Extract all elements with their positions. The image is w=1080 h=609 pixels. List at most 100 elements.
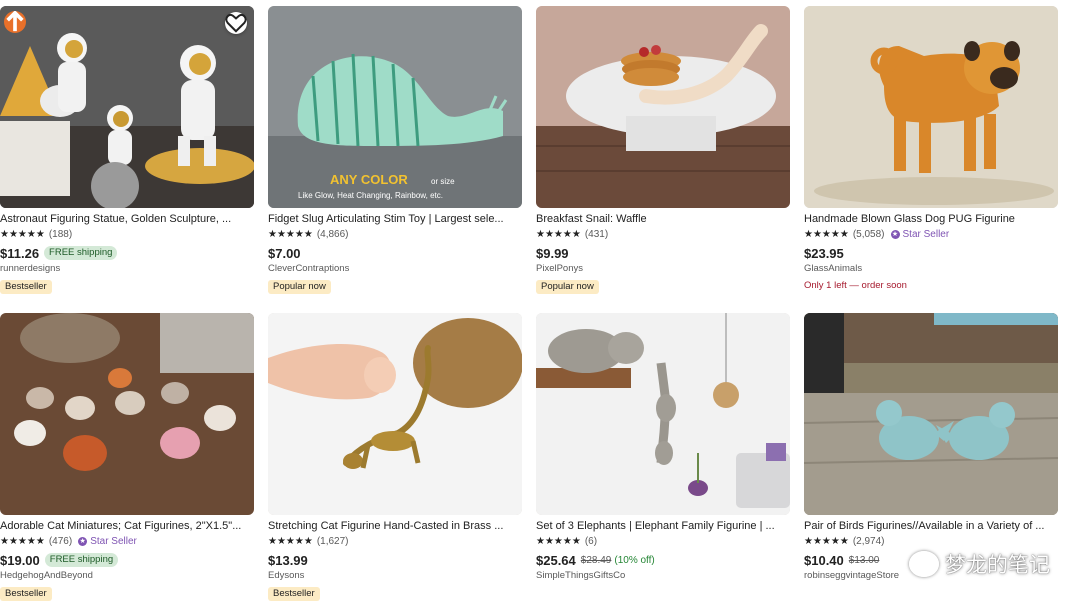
review-count: (6) [584,535,598,547]
elephant-family-shelf-image [536,313,790,515]
review-count: (476) [48,535,73,547]
price-row: $13.99 [268,552,522,568]
listing-image-brass-cat[interactable] [268,313,522,515]
favorite-heart-icon[interactable] [225,12,247,34]
popular-now-badge: Popular now [268,280,331,294]
shop-name[interactable]: SimpleThingsGiftsCo [536,570,790,583]
listing-price: $19.00 [0,552,40,568]
wechat-logo-icon [909,551,939,577]
listing-image-fidget-slug[interactable]: ANY COLOR or size Like Glow, Heat Changi… [268,6,522,208]
listing-card[interactable]: Astronaut Figuring Statue, Golden Sculpt… [0,6,254,294]
review-count: (431) [584,228,609,240]
shop-name[interactable]: Edysons [268,570,522,583]
listing-card[interactable]: Breakfast Snail: Waffle ★★★★★ (431) $9.9… [536,6,790,294]
listing-card[interactable]: Adorable Cat Miniatures; Cat Figurines, … [0,313,254,601]
free-shipping-badge: FREE shipping [44,553,119,567]
listing-price: $10.40 [804,552,844,568]
promoted-up-icon[interactable] [4,11,26,33]
blue-bird-pair-image [804,313,1058,515]
listing-title[interactable]: Astronaut Figuring Statue, Golden Sculpt… [0,212,254,226]
original-price: $13.00 [848,554,880,566]
listing-image-astronaut[interactable] [0,6,254,208]
overlay-any-color: ANY COLOR [330,172,408,187]
listing-image-birds[interactable] [804,313,1058,515]
bestseller-badge: Bestseller [0,587,52,601]
rating-stars: ★★★★★ [804,535,849,547]
listing-price: $13.99 [268,552,308,568]
shop-name[interactable]: runnerdesigns [0,263,254,276]
rating-stars: ★★★★★ [536,535,581,547]
free-shipping-badge: FREE shipping [44,246,118,260]
price-row: $9.99 [536,245,790,261]
review-count: (1,627) [316,535,349,547]
price-row: $7.00 [268,245,522,261]
listing-rating: ★★★★★ (6) [536,534,790,548]
listing-title[interactable]: Breakfast Snail: Waffle [536,212,790,226]
rating-stars: ★★★★★ [268,535,313,547]
price-row: $25.64 $28.49 (10% off) [536,552,790,568]
listing-title[interactable]: Adorable Cat Miniatures; Cat Figurines, … [0,519,254,533]
review-count: (5,058) [852,228,885,240]
listing-rating: ★★★★★ (431) [536,227,790,241]
rating-stars: ★★★★★ [0,535,45,547]
scarcity-notice: Only 1 left — order soon [804,280,907,291]
listing-price: $23.95 [804,245,844,261]
price-row: $19.00 FREE shipping [0,552,254,568]
listing-card[interactable]: Handmade Blown Glass Dog PUG Figurine ★★… [804,6,1058,291]
listing-rating: ★★★★★ (1,627) [268,534,522,548]
bestseller-badge: Bestseller [0,280,52,294]
price-row: $11.26 FREE shipping [0,245,254,261]
listing-rating: ★★★★★ (5,058) ★ Star Seller [804,227,1058,241]
star-seller-badge: ★ Star Seller [890,228,950,240]
cat-miniatures-image [0,313,254,515]
listing-price: $9.99 [536,245,569,261]
listing-grid: Astronaut Figuring Statue, Golden Sculpt… [0,0,1080,609]
rating-stars: ★★★★★ [268,228,313,240]
star-seller-badge: ★ Star Seller [78,536,137,547]
overlay-or-size: or size [431,177,455,186]
listing-image-breakfast-snail[interactable] [536,6,790,208]
listing-price: $7.00 [268,245,301,261]
original-price: $28.49 [580,554,612,566]
shop-name[interactable]: GlassAnimals [804,263,1058,276]
discount-percent: (10% off) [614,554,655,566]
star-seller-icon: ★ [78,536,88,546]
listing-rating: ★★★★★ (2,974) [804,534,1058,548]
listing-title[interactable]: Fidget Slug Articulating Stim Toy | Larg… [268,212,522,226]
listing-image-elephants[interactable] [536,313,790,515]
glass-pug-image [804,6,1058,208]
brass-stretching-cat-image [268,313,522,515]
listing-card[interactable]: Pair of Birds Figurines//Available in a … [804,313,1058,583]
listing-title[interactable]: Pair of Birds Figurines//Available in a … [804,519,1058,533]
star-seller-label: Star Seller [902,228,950,240]
star-seller-icon: ★ [890,229,900,239]
listing-card[interactable]: ANY COLOR or size Like Glow, Heat Changi… [268,6,522,294]
listing-image-glass-pug[interactable] [804,6,1058,208]
rating-stars: ★★★★★ [804,228,849,240]
popular-now-badge: Popular now [536,280,599,294]
watermark-text: 梦龙的笔记 [945,553,1050,577]
bestseller-badge: Bestseller [268,587,320,601]
listing-price: $25.64 [536,552,576,568]
listing-card[interactable]: Stretching Cat Figurine Hand-Casted in B… [268,313,522,601]
astronaut-figurines-image [0,6,254,208]
listing-price: $11.26 [0,245,40,261]
listing-title[interactable]: Stretching Cat Figurine Hand-Casted in B… [268,519,522,533]
shop-name[interactable]: PixelPonys [536,263,790,276]
listing-title[interactable]: Handmade Blown Glass Dog PUG Figurine [804,212,1058,226]
overlay-subtext: Like Glow, Heat Changing, Rainbow, etc. [298,191,443,200]
review-count: (4,866) [316,228,349,240]
listing-rating: ★★★★★ (188) [0,227,254,241]
listing-title[interactable]: Set of 3 Elephants | Elephant Family Fig… [536,519,790,533]
shop-name[interactable]: CleverContraptions [268,263,522,276]
rating-stars: ★★★★★ [0,228,45,240]
snail-with-pancakes-image [536,6,790,208]
rating-stars: ★★★★★ [536,228,581,240]
listing-rating: ★★★★★ (4,866) [268,227,522,241]
watermark: 梦龙的笔记 [909,549,1050,579]
shop-name[interactable]: HedgehogAndBeyond [0,570,254,583]
listing-card[interactable]: Set of 3 Elephants | Elephant Family Fig… [536,313,790,583]
review-count: (2,974) [852,535,885,547]
green-fidget-slug-image: ANY COLOR or size Like Glow, Heat Changi… [268,6,522,208]
listing-image-cat-miniatures[interactable] [0,313,254,515]
